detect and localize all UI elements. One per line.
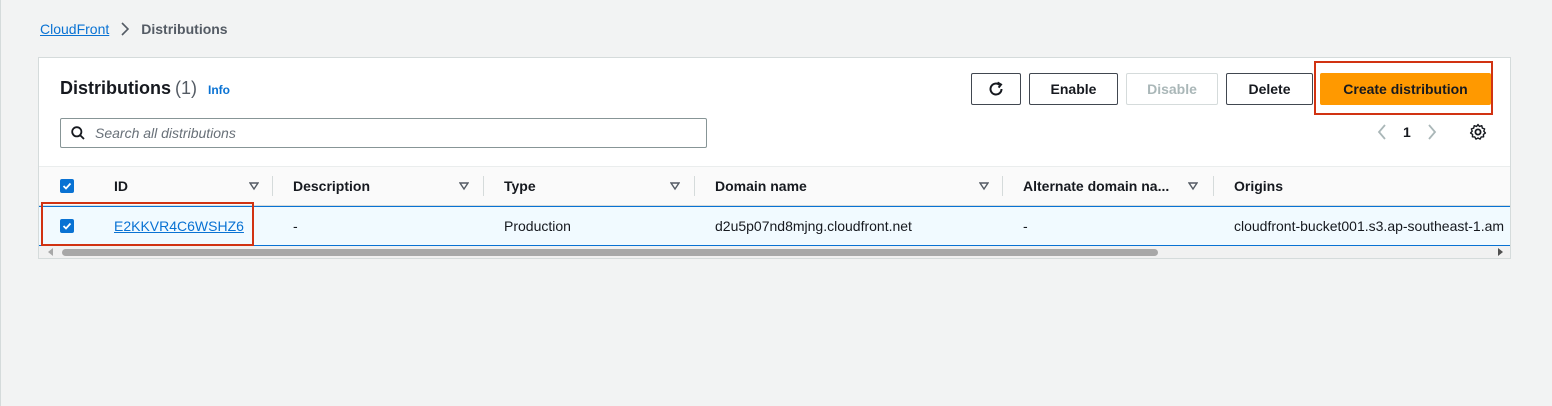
column-divider <box>694 176 695 196</box>
column-divider <box>1002 176 1003 196</box>
breadcrumb: CloudFront Distributions <box>40 21 228 37</box>
delete-button[interactable]: Delete <box>1226 73 1313 105</box>
sort-caret-icon[interactable] <box>979 181 989 191</box>
enable-button[interactable]: Enable <box>1029 73 1118 105</box>
next-page-icon[interactable] <box>1425 122 1439 142</box>
scroll-left-icon[interactable] <box>47 248 55 256</box>
row-checkbox[interactable] <box>60 219 74 233</box>
select-all-checkbox[interactable] <box>60 179 74 193</box>
column-header-alternate-domain[interactable]: Alternate domain na... <box>1023 167 1203 205</box>
search-input[interactable] <box>93 124 687 142</box>
cell-id: E2KKVR4C6WSHZ6 <box>114 207 244 245</box>
column-header-type[interactable]: Type <box>504 167 684 205</box>
column-label: Domain name <box>715 178 807 194</box>
sort-caret-icon[interactable] <box>249 181 259 191</box>
search-box[interactable] <box>60 118 707 148</box>
cell-domain-name: d2u5p07nd8mjng.cloudfront.net <box>715 218 912 234</box>
column-label: Type <box>504 178 536 194</box>
column-header-description[interactable]: Description <box>293 167 473 205</box>
page-left-edge <box>0 0 1 406</box>
cell-alternate-domain: - <box>1023 218 1028 234</box>
breadcrumb-current: Distributions <box>141 21 228 37</box>
sort-caret-icon[interactable] <box>670 181 680 191</box>
cell-type: Production <box>504 218 571 234</box>
column-label: Origins <box>1234 178 1284 194</box>
horizontal-scrollbar[interactable] <box>39 246 1510 258</box>
panel-title: Distributions (1) <box>60 78 197 99</box>
breadcrumb-cloudfront-link[interactable]: CloudFront <box>40 21 109 37</box>
scrollbar-thumb[interactable] <box>62 249 1158 256</box>
pagination: 1 <box>1375 122 1439 142</box>
table-header: ID Description Type Domain name Alternat… <box>39 166 1510 206</box>
distributions-panel: Distributions (1) Info Enable Disable Del… <box>38 57 1511 259</box>
table-row[interactable]: E2KKVR4C6WSHZ6 - Production d2u5p07nd8mj… <box>39 206 1510 246</box>
column-label: Description <box>293 178 371 194</box>
column-divider <box>483 176 484 196</box>
scroll-right-icon[interactable] <box>1496 248 1504 256</box>
column-header-domain-name[interactable]: Domain name <box>715 167 995 205</box>
create-distribution-button[interactable]: Create distribution <box>1320 73 1491 105</box>
disable-button[interactable]: Disable <box>1126 73 1218 105</box>
refresh-icon <box>987 80 1005 98</box>
cell-description: - <box>293 218 298 234</box>
search-icon <box>71 126 85 140</box>
panel-title-text: Distributions <box>60 78 171 98</box>
refresh-button[interactable] <box>971 73 1021 105</box>
sort-caret-icon[interactable] <box>1188 181 1198 191</box>
column-divider <box>272 176 273 196</box>
column-header-id[interactable]: ID <box>114 167 264 205</box>
info-link[interactable]: Info <box>208 83 230 97</box>
column-label: ID <box>114 178 128 194</box>
cell-origins: cloudfront-bucket001.s3.ap-southeast-1.a… <box>1234 218 1505 234</box>
distribution-count: (1) <box>175 78 197 98</box>
chevron-right-icon <box>121 22 131 36</box>
current-page-number[interactable]: 1 <box>1403 124 1411 140</box>
distribution-id-link[interactable]: E2KKVR4C6WSHZ6 <box>114 218 244 234</box>
sort-caret-icon[interactable] <box>459 181 469 191</box>
previous-page-icon[interactable] <box>1375 122 1389 142</box>
gear-icon[interactable] <box>1469 123 1487 141</box>
column-header-origins[interactable]: Origins <box>1234 167 1494 205</box>
column-label: Alternate domain na... <box>1023 178 1170 194</box>
column-divider <box>1213 176 1214 196</box>
